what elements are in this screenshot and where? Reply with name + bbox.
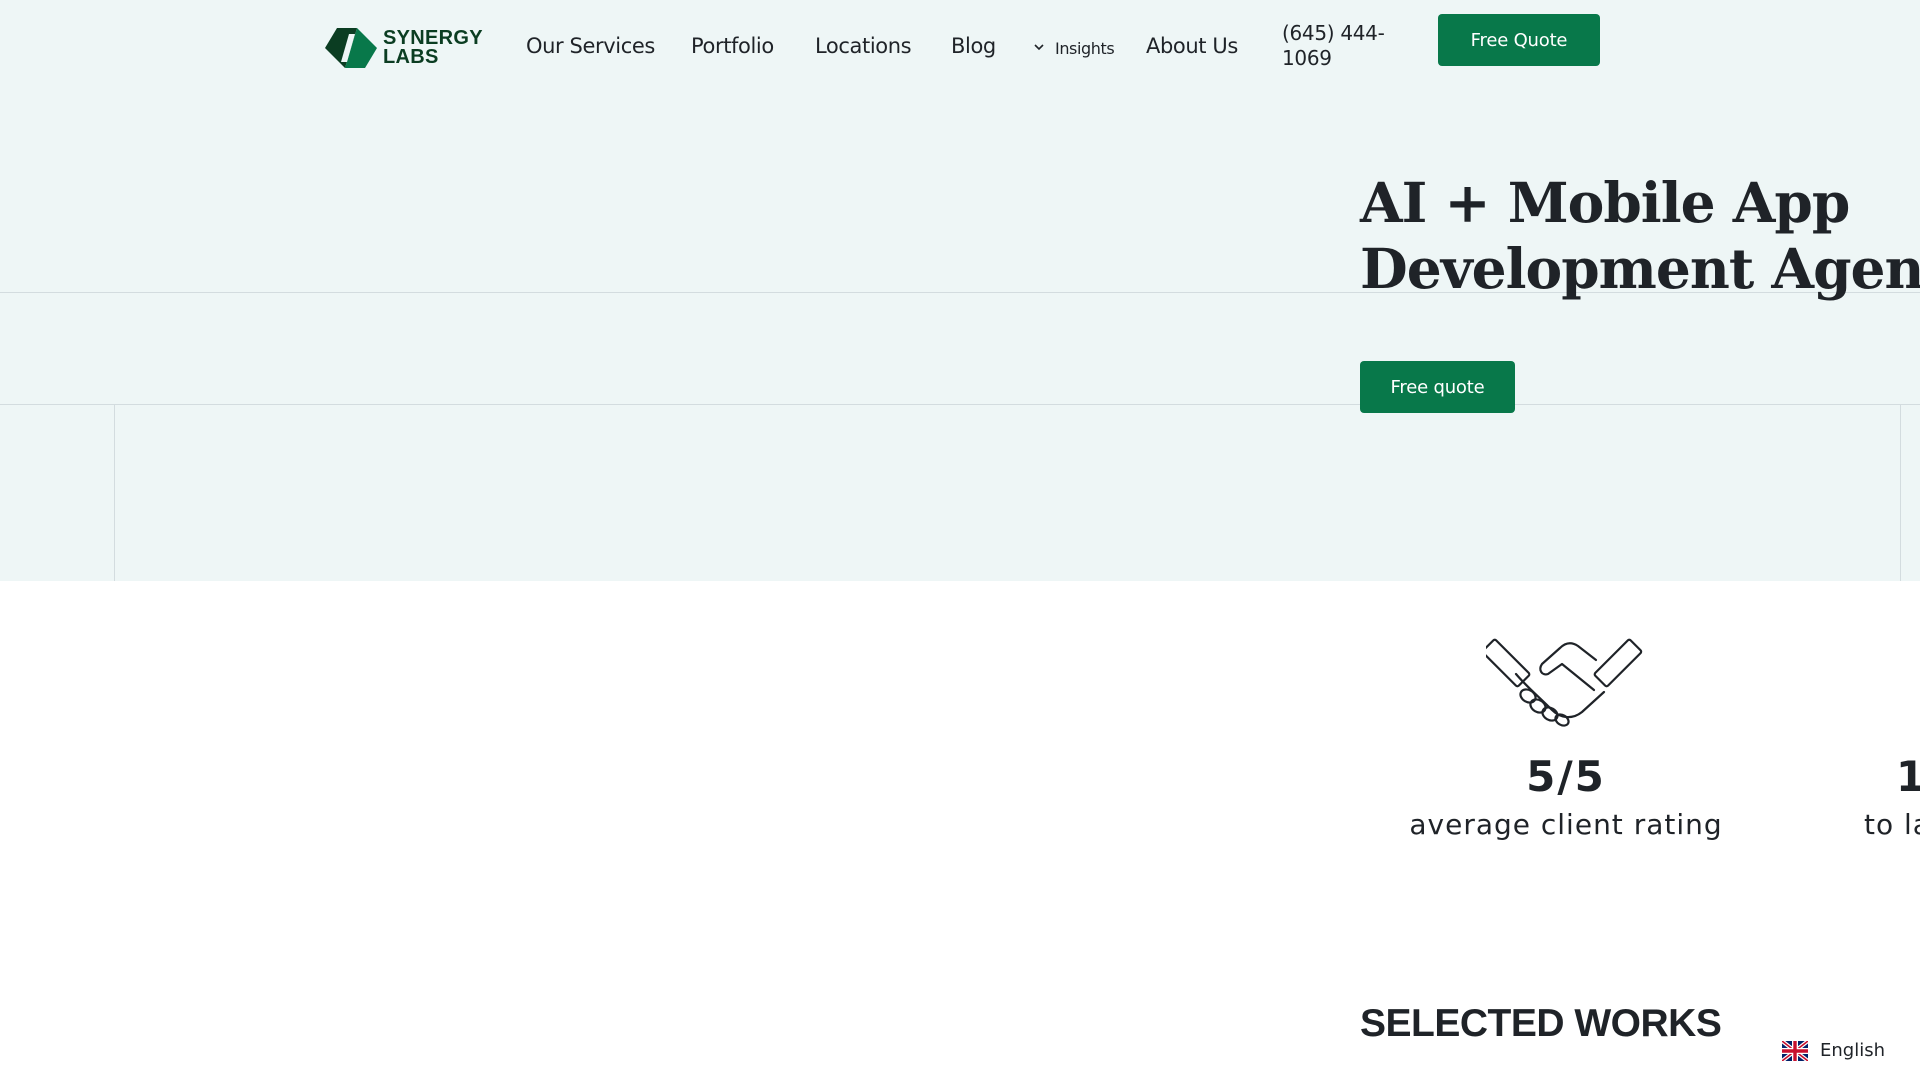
nav-our-services[interactable]: Our Services: [526, 34, 655, 64]
hero-free-quote-button[interactable]: Free quote: [1360, 361, 1515, 413]
logo-mark-icon: [325, 28, 377, 68]
hero-title-line2: Development Agency: [1360, 236, 1920, 301]
hero-divider: [0, 404, 1920, 405]
phone-link[interactable]: (645) 444-1069: [1282, 21, 1402, 71]
nav-blog[interactable]: Blog: [951, 34, 996, 64]
chevron-down-icon[interactable]: [1033, 40, 1045, 55]
logo-text-line2: LABS: [383, 46, 439, 68]
hero-divider: [1900, 404, 1901, 581]
stat-value: 1: [1896, 752, 1920, 801]
stat-label: to la: [1864, 808, 1920, 841]
logo[interactable]: SYNERGY LABS: [325, 28, 483, 68]
uk-flag-icon: [1782, 1040, 1808, 1061]
nav-locations[interactable]: Locations: [815, 34, 912, 64]
hero-title-line1: AI + Mobile App: [1360, 170, 1850, 235]
language-switcher[interactable]: English: [1782, 1040, 1885, 1061]
hero-title: AI + Mobile App Development Agency: [1360, 170, 1920, 302]
nav-insights[interactable]: Insights: [1055, 39, 1115, 69]
free-quote-button[interactable]: Free Quote: [1438, 14, 1600, 66]
section-title-selected-works: SELECTED WORKS: [1360, 1002, 1722, 1045]
stat-label: average client rating: [1409, 808, 1723, 841]
stat-value: 5/5: [1526, 752, 1606, 801]
hero-divider: [114, 404, 115, 581]
language-label: English: [1820, 1040, 1885, 1061]
handshake-icon: [1486, 638, 1643, 727]
nav-about-us[interactable]: About Us: [1146, 34, 1238, 64]
hero-section: SYNERGY LABS Our Services Portfolio Loca…: [0, 0, 1920, 581]
nav-portfolio[interactable]: Portfolio: [691, 34, 774, 64]
